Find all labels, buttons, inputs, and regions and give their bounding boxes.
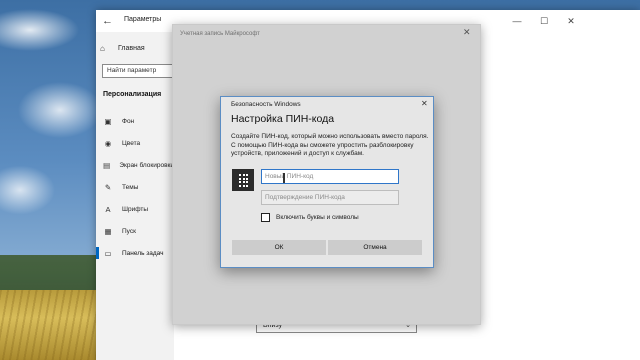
checkbox-label: Включить буквы и символы bbox=[276, 214, 359, 221]
palette-icon: ◉ bbox=[104, 138, 112, 148]
sidebar-item-label: Панель задач bbox=[122, 249, 164, 257]
cancel-button[interactable]: Отмена bbox=[328, 240, 422, 255]
settings-title: Параметры bbox=[124, 16, 162, 23]
letters-symbols-checkbox[interactable] bbox=[261, 213, 270, 222]
lock-screen-icon: ▤ bbox=[103, 160, 111, 170]
nav-home-label: Главная bbox=[118, 44, 145, 52]
sidebar-item-label: Цвета bbox=[122, 139, 141, 147]
sidebar-item-themes[interactable]: ✎ Темы bbox=[96, 180, 174, 194]
text-cursor-icon bbox=[283, 173, 285, 183]
pin-setup-dialog: Безопасность Windows ✕ Настройка ПИН-код… bbox=[220, 96, 434, 268]
brush-icon: ✎ bbox=[104, 182, 112, 192]
dialog-close-icon[interactable]: ✕ bbox=[421, 99, 428, 108]
confirm-pin-input[interactable]: Подтверждение ПИН-кода bbox=[261, 190, 399, 205]
sidebar-item-lock-screen[interactable]: ▤ Экран блокировки bbox=[96, 158, 174, 172]
dialog-description: Создайте ПИН-код, который можно использо… bbox=[231, 133, 429, 157]
new-pin-input[interactable]: Новый ПИН-код bbox=[261, 169, 399, 184]
sidebar-item-taskbar[interactable]: ▭ Панель задач bbox=[96, 246, 174, 260]
sidebar-item-label: Фон bbox=[122, 117, 135, 125]
sidebar-item-start[interactable]: ▦ Пуск bbox=[96, 224, 174, 238]
back-arrow-icon[interactable]: ← bbox=[102, 14, 116, 28]
sidebar-item-label: Темы bbox=[122, 183, 139, 191]
sidebar-item-label: Шрифты bbox=[122, 205, 149, 213]
settings-sidebar: ⌂ Главная Найти параметр Персонализация … bbox=[96, 32, 174, 360]
font-icon: A bbox=[105, 204, 111, 214]
sidebar-item-label: Пуск bbox=[122, 227, 136, 235]
image-icon: ▣ bbox=[104, 116, 112, 126]
letters-symbols-checkbox-row[interactable]: Включить буквы и символы bbox=[261, 213, 359, 222]
sidebar-item-fonts[interactable]: A Шрифты bbox=[96, 202, 174, 216]
start-icon: ▦ bbox=[104, 226, 112, 236]
ok-button[interactable]: ОК bbox=[232, 240, 326, 255]
taskbar-icon: ▭ bbox=[104, 248, 112, 258]
pin-keypad-icon bbox=[232, 169, 254, 191]
search-input[interactable]: Найти параметр bbox=[102, 64, 174, 78]
active-indicator bbox=[96, 247, 99, 259]
sidebar-item-background[interactable]: ▣ Фон bbox=[96, 114, 174, 128]
minimize-button[interactable]: — bbox=[502, 10, 532, 32]
maximize-button[interactable]: ☐ bbox=[529, 10, 559, 32]
sidebar-item-label: Экран блокировки bbox=[119, 161, 174, 169]
section-title: Персонализация bbox=[103, 91, 162, 98]
close-button[interactable]: ✕ bbox=[556, 10, 586, 32]
home-icon: ⌂ bbox=[100, 43, 105, 53]
dialog-caption: Безопасность Windows bbox=[231, 101, 301, 108]
nav-home[interactable]: ⌂ Главная bbox=[100, 41, 145, 55]
sidebar-item-colors[interactable]: ◉ Цвета bbox=[96, 136, 174, 150]
dialog-heading: Настройка ПИН-кода bbox=[231, 113, 335, 125]
